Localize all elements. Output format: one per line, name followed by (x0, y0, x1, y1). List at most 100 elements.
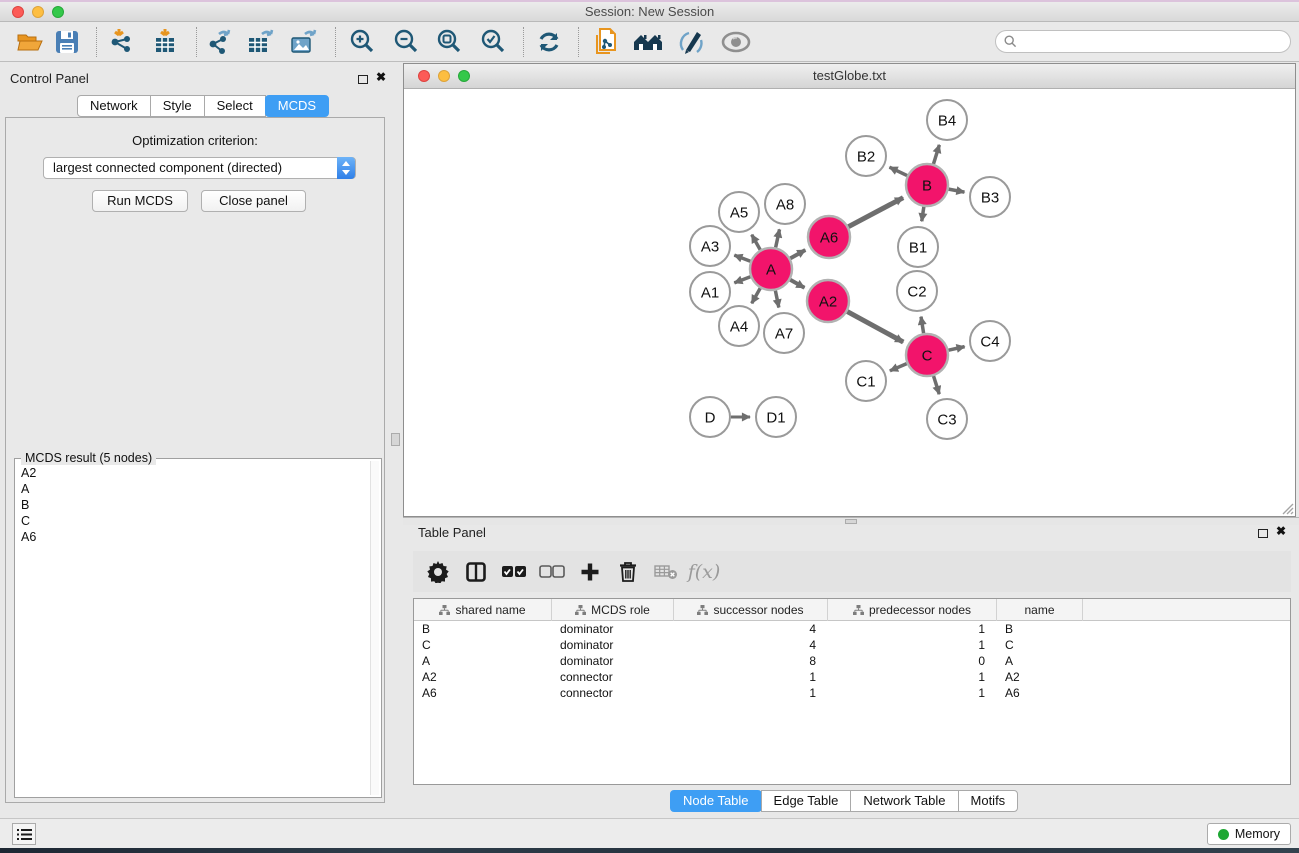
graph-node-D1[interactable]: D1 (756, 397, 796, 437)
tab-style[interactable]: Style (150, 95, 205, 117)
graph-node-B[interactable]: B (906, 164, 948, 206)
deselect-all-button[interactable] (533, 551, 571, 592)
network-close-traffic-light[interactable] (418, 70, 430, 82)
table-cell[interactable]: 1 (828, 638, 997, 652)
import-table-button[interactable] (148, 25, 182, 59)
tab-edge-table[interactable]: Edge Table (761, 790, 852, 812)
vertical-splitter-handle[interactable] (391, 433, 400, 446)
graph-node-A[interactable]: A (750, 248, 792, 290)
function-builder-button[interactable]: f(x) (685, 551, 723, 592)
table-options-button[interactable] (419, 551, 457, 592)
graph-node-C3[interactable]: C3 (927, 399, 967, 439)
graph-edge-C-C1[interactable] (890, 364, 907, 371)
graph-edge-A-A2[interactable] (790, 280, 804, 288)
table-cell[interactable]: A6 (997, 686, 1083, 700)
table-cell[interactable]: connector (552, 686, 674, 700)
graph-node-C1[interactable]: C1 (846, 361, 886, 401)
table-cell[interactable]: 1 (828, 670, 997, 684)
graph-edge-C-C3[interactable] (934, 376, 940, 394)
table-cell[interactable]: 0 (828, 654, 997, 668)
create-column-button[interactable] (571, 551, 609, 592)
run-mcds-button[interactable]: Run MCDS (92, 190, 188, 212)
birdseye-view-button[interactable] (719, 25, 753, 59)
table-cell[interactable]: dominator (552, 622, 674, 636)
save-session-button[interactable] (50, 25, 84, 59)
graph-edge-C-C4[interactable] (948, 347, 964, 351)
mcds-result-item[interactable]: A2 (21, 465, 36, 481)
table-cell[interactable]: connector (552, 670, 674, 684)
zoom-out-button[interactable] (389, 25, 423, 59)
graph-node-B3[interactable]: B3 (970, 177, 1010, 217)
table-cell[interactable]: 8 (674, 654, 828, 668)
export-network-button[interactable] (202, 25, 236, 59)
table-row[interactable]: A6connector11A6 (414, 685, 1290, 701)
close-traffic-light[interactable] (12, 6, 24, 18)
memory-button[interactable]: Memory (1207, 823, 1291, 845)
graph-node-A3[interactable]: A3 (690, 226, 730, 266)
horizontal-splitter-handle[interactable] (845, 519, 857, 524)
delete-column-button[interactable] (609, 551, 647, 592)
minimize-traffic-light[interactable] (32, 6, 44, 18)
graph-edge-B-B2[interactable] (889, 167, 907, 175)
tab-select[interactable]: Select (204, 95, 266, 117)
graph-node-C[interactable]: C (906, 334, 948, 376)
graph-edge-A-A1[interactable] (734, 277, 750, 283)
table-cell[interactable]: dominator (552, 654, 674, 668)
search-field[interactable] (995, 30, 1291, 53)
table-row[interactable]: Bdominator41B (414, 621, 1290, 637)
graph-node-A5[interactable]: A5 (719, 192, 759, 232)
delete-table-button[interactable] (647, 551, 685, 592)
network-minimize-traffic-light[interactable] (438, 70, 450, 82)
graph-node-A6[interactable]: A6 (808, 216, 850, 258)
table-cell[interactable]: C (997, 638, 1083, 652)
mcds-result-item[interactable]: A6 (21, 529, 36, 545)
tab-network[interactable]: Network (77, 95, 151, 117)
graph-node-A4[interactable]: A4 (719, 306, 759, 346)
column-header-name[interactable]: name (997, 599, 1083, 621)
search-input[interactable] (1017, 33, 1290, 51)
graph-edge-B-B4[interactable] (933, 145, 939, 164)
table-row[interactable]: A2connector11A2 (414, 669, 1290, 685)
show-columns-button[interactable] (457, 551, 495, 592)
network-file-button[interactable] (589, 25, 623, 59)
graph-edge-A6-B[interactable] (848, 198, 903, 227)
export-image-button[interactable] (287, 25, 321, 59)
graph-node-C2[interactable]: C2 (897, 271, 937, 311)
resize-grip-icon[interactable] (1280, 501, 1294, 515)
table-panel-float-button[interactable] (1258, 525, 1268, 543)
network-window-titlebar[interactable]: testGlobe.txt (404, 64, 1295, 89)
graph-edge-A-A7[interactable] (775, 291, 778, 308)
graph-node-A1[interactable]: A1 (690, 272, 730, 312)
table-cell[interactable]: B (414, 622, 552, 636)
tab-mcds[interactable]: MCDS (265, 95, 329, 117)
export-table-button[interactable] (244, 25, 278, 59)
table-cell[interactable]: A2 (414, 670, 552, 684)
table-cell[interactable]: A2 (997, 670, 1083, 684)
column-header-mcds-role[interactable]: MCDS role (552, 599, 674, 621)
zoom-selected-button[interactable] (476, 25, 510, 59)
zoom-fit-button[interactable] (432, 25, 466, 59)
graph-edge-A-A4[interactable] (752, 288, 761, 303)
tab-network-table[interactable]: Network Table (850, 790, 958, 812)
graphics-details-button[interactable] (674, 25, 708, 59)
result-scrollbar[interactable] (370, 461, 379, 795)
table-cell[interactable]: 1 (828, 686, 997, 700)
graph-node-A2[interactable]: A2 (807, 280, 849, 322)
refresh-button[interactable] (532, 25, 566, 59)
control-panel-float-button[interactable] (358, 71, 368, 89)
graph-edge-A-A8[interactable] (776, 229, 780, 247)
table-cell[interactable]: A6 (414, 686, 552, 700)
criterion-select[interactable]: largest connected component (directed) (43, 157, 356, 179)
table-cell[interactable]: 1 (674, 670, 828, 684)
graph-edge-A2-C[interactable] (847, 312, 903, 343)
table-cell[interactable]: 4 (674, 622, 828, 636)
import-network-button[interactable] (104, 25, 138, 59)
graph-node-A8[interactable]: A8 (765, 184, 805, 224)
table-cell[interactable]: A (997, 654, 1083, 668)
zoom-traffic-light[interactable] (52, 6, 64, 18)
table-cell[interactable]: 1 (674, 686, 828, 700)
tab-node-table[interactable]: Node Table (670, 790, 762, 812)
graph-node-B1[interactable]: B1 (898, 227, 938, 267)
table-cell[interactable]: C (414, 638, 552, 652)
control-panel-close-button[interactable]: ✖ (376, 72, 386, 82)
